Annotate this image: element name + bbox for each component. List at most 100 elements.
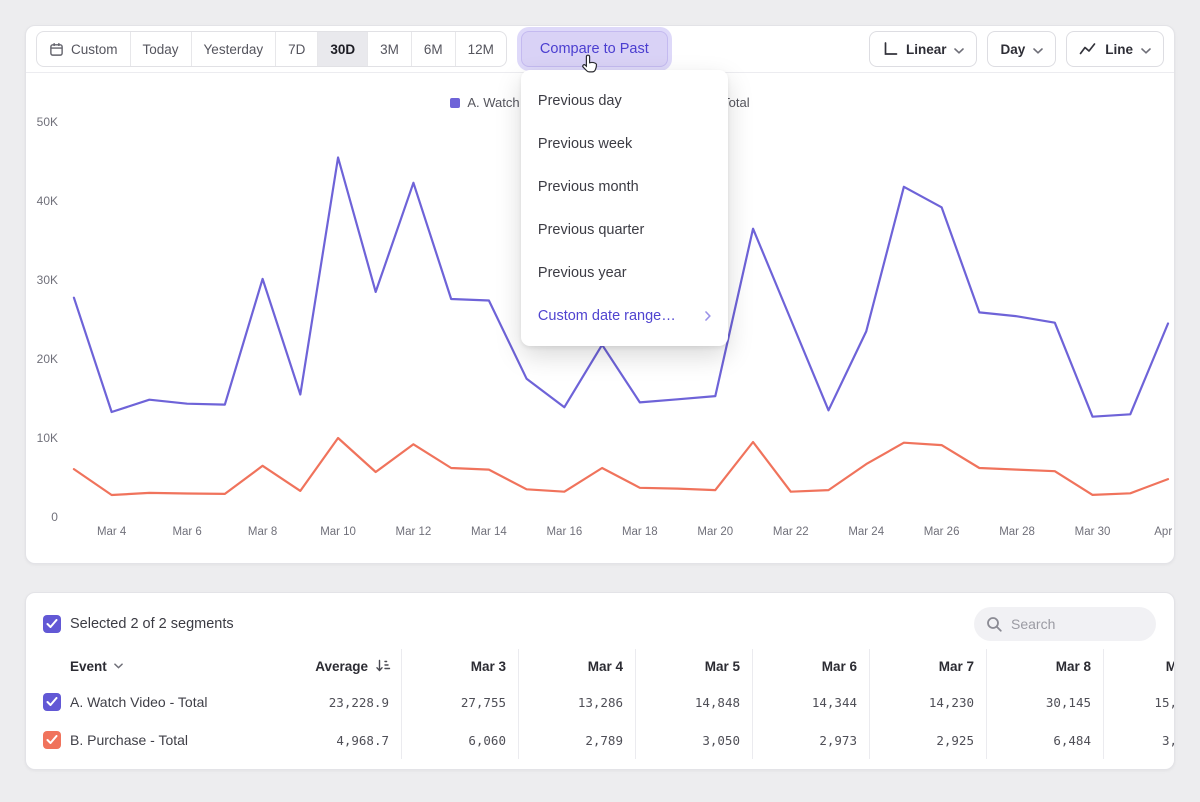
segment-checkbox[interactable] bbox=[43, 731, 61, 749]
granularity-label: Day bbox=[1000, 42, 1025, 57]
chevron-right-icon bbox=[705, 311, 711, 321]
column-header-average[interactable]: Average bbox=[284, 649, 401, 683]
segment-name: A. Watch Video - Total bbox=[70, 694, 207, 710]
date-range-label: 7D bbox=[288, 42, 305, 57]
compare-to-past-menu: Previous day Previous week Previous month P… bbox=[521, 70, 728, 346]
column-header-mar-5: Mar 5 bbox=[635, 649, 752, 683]
chevron-down-icon bbox=[1033, 42, 1043, 57]
svg-text:Mar 26: Mar 26 bbox=[924, 526, 960, 538]
svg-text:30K: 30K bbox=[37, 273, 58, 287]
date-range-label: Yesterday bbox=[204, 42, 264, 57]
table-value: 2,789 bbox=[518, 721, 635, 759]
svg-text:Mar 24: Mar 24 bbox=[848, 526, 884, 538]
table-value: 2,973 bbox=[752, 721, 869, 759]
sort-icon[interactable] bbox=[375, 659, 391, 673]
date-range-button-custom[interactable]: Custom bbox=[37, 32, 130, 66]
menu-item-label: Previous year bbox=[538, 265, 627, 281]
menu-item-previous-year[interactable]: Previous year bbox=[521, 251, 728, 294]
toolbar: Custom Today Yesterday 7D 30D 3M 6M 12M Compare… bbox=[26, 26, 1174, 73]
menu-item-label: Previous day bbox=[538, 93, 622, 109]
table-value: 14,344 bbox=[752, 683, 869, 721]
compare-to-past-button[interactable]: Compare to Past bbox=[521, 31, 668, 67]
svg-text:Mar 30: Mar 30 bbox=[1075, 526, 1111, 538]
menu-item-label: Custom date range… bbox=[538, 308, 676, 324]
menu-item-label: Previous week bbox=[538, 136, 632, 152]
svg-text:Mar 16: Mar 16 bbox=[547, 526, 583, 538]
date-range-label: 6M bbox=[424, 42, 443, 57]
svg-text:Mar 28: Mar 28 bbox=[999, 526, 1035, 538]
column-header-mar-8: Mar 8 bbox=[986, 649, 1103, 683]
svg-text:Apr 1: Apr 1 bbox=[1154, 526, 1174, 538]
date-range-label: Today bbox=[143, 42, 179, 57]
table-value: 2,925 bbox=[869, 721, 986, 759]
table-value: 4,968.7 bbox=[284, 721, 401, 759]
svg-text:Mar 8: Mar 8 bbox=[248, 526, 277, 538]
chart-card: Custom Today Yesterday 7D 30D 3M 6M 12M Compare… bbox=[25, 25, 1175, 564]
menu-item-previous-quarter[interactable]: Previous quarter bbox=[521, 208, 728, 251]
column-header-event[interactable]: Event bbox=[26, 649, 284, 683]
column-header-label: Mar 3 bbox=[471, 659, 506, 674]
date-range-button-today[interactable]: Today bbox=[130, 32, 191, 66]
svg-text:20K: 20K bbox=[37, 352, 58, 366]
svg-text:Mar 20: Mar 20 bbox=[697, 526, 733, 538]
table-value: 14,848 bbox=[635, 683, 752, 721]
date-range-button-30d[interactable]: 30D bbox=[317, 32, 367, 66]
table-value: 3,050 bbox=[635, 721, 752, 759]
scale-dropdown[interactable]: Linear bbox=[869, 31, 978, 67]
segments-card: Selected 2 of 2 segments Event Average Mar… bbox=[25, 592, 1175, 770]
insights-page: Custom Today Yesterday 7D 30D 3M 6M 12M Compare… bbox=[25, 25, 1175, 770]
table-value: 6,484 bbox=[986, 721, 1103, 759]
column-header-label: Event bbox=[70, 659, 107, 674]
date-range-button-3m[interactable]: 3M bbox=[367, 32, 411, 66]
segment-row-label-b: B. Purchase - Total bbox=[26, 721, 284, 759]
svg-text:Mar 10: Mar 10 bbox=[320, 526, 356, 538]
chart-type-label: Line bbox=[1105, 42, 1133, 57]
segments-header: Selected 2 of 2 segments bbox=[26, 605, 1174, 643]
chevron-down-icon bbox=[954, 42, 964, 57]
svg-text:10K: 10K bbox=[37, 431, 58, 445]
axis-icon bbox=[882, 41, 898, 57]
svg-text:Mar 4: Mar 4 bbox=[97, 526, 127, 538]
column-header-label: Mar 6 bbox=[822, 659, 857, 674]
table-value: 6,060 bbox=[401, 721, 518, 759]
date-range-button-7d[interactable]: 7D bbox=[275, 32, 317, 66]
menu-item-label: Previous quarter bbox=[538, 222, 644, 238]
table-value: 14,230 bbox=[869, 683, 986, 721]
table-value: 3, bbox=[1103, 721, 1174, 759]
line-chart-icon bbox=[1079, 42, 1097, 56]
menu-item-custom-date-range[interactable]: Custom date range… bbox=[521, 294, 728, 337]
menu-item-label: Previous month bbox=[538, 179, 639, 195]
date-range-button-6m[interactable]: 6M bbox=[411, 32, 455, 66]
table-value: 13,286 bbox=[518, 683, 635, 721]
chevron-down-icon bbox=[1141, 42, 1151, 57]
segment-checkbox[interactable] bbox=[43, 693, 61, 711]
date-range-label: Custom bbox=[71, 42, 118, 57]
svg-text:Mar 18: Mar 18 bbox=[622, 526, 658, 538]
menu-item-previous-week[interactable]: Previous week bbox=[521, 122, 728, 165]
legend-swatch bbox=[450, 98, 460, 108]
date-range-label: 30D bbox=[330, 42, 355, 57]
date-range-label: 12M bbox=[468, 42, 494, 57]
search-input[interactable] bbox=[974, 607, 1156, 641]
menu-item-previous-day[interactable]: Previous day bbox=[521, 79, 728, 122]
compare-wrap: Compare to Past Previous dayPrevious wee… bbox=[521, 31, 668, 67]
table-value: 15, bbox=[1103, 683, 1174, 721]
column-header-mar-7: Mar 7 bbox=[869, 649, 986, 683]
date-range-button-yesterday[interactable]: Yesterday bbox=[191, 32, 276, 66]
svg-text:50K: 50K bbox=[37, 115, 58, 129]
column-header-mar-4: Mar 4 bbox=[518, 649, 635, 683]
selected-count-label: Selected 2 of 2 segments bbox=[70, 616, 234, 632]
column-header-label: M bbox=[1166, 659, 1174, 674]
table-value: 30,145 bbox=[986, 683, 1103, 721]
svg-text:40K: 40K bbox=[37, 194, 58, 208]
chart-type-dropdown[interactable]: Line bbox=[1066, 31, 1164, 67]
column-header-label: Average bbox=[315, 659, 368, 674]
menu-item-previous-month[interactable]: Previous month bbox=[521, 165, 728, 208]
column-header-label: Mar 7 bbox=[939, 659, 974, 674]
select-all-checkbox[interactable] bbox=[43, 615, 61, 633]
chevron-down-icon bbox=[114, 663, 123, 669]
date-range-button-12m[interactable]: 12M bbox=[455, 32, 506, 66]
calendar-icon bbox=[49, 42, 64, 57]
granularity-dropdown[interactable]: Day bbox=[987, 31, 1056, 67]
svg-text:Mar 22: Mar 22 bbox=[773, 526, 809, 538]
